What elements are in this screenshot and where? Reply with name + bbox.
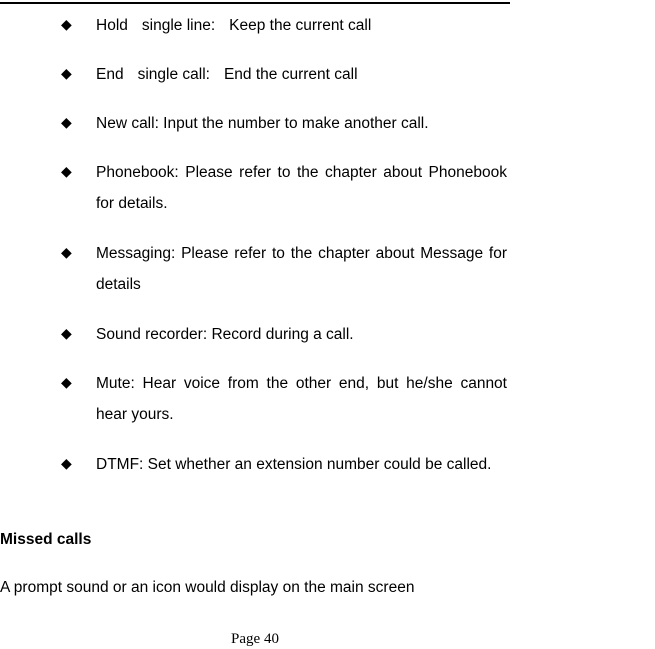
diamond-bullet-icon: ◆: [61, 245, 72, 261]
diamond-bullet-icon: ◆: [61, 326, 72, 342]
list-item: ◆ Messaging: Please refer to the chapter…: [0, 238, 655, 300]
diamond-bullet-icon: ◆: [61, 375, 72, 391]
list-item-label: New call: Input the number to make anoth…: [96, 115, 429, 132]
diamond-bullet-icon: ◆: [61, 66, 72, 82]
diamond-bullet-icon: ◆: [61, 17, 72, 33]
list-item-label: Hold single line: Keep the current call: [96, 17, 372, 34]
list-item: ◆ Phonebook: Please refer to the chapter…: [0, 157, 655, 219]
diamond-bullet-icon: ◆: [61, 164, 72, 180]
list-item-label: DTMF: Set whether an extension number co…: [96, 456, 492, 473]
list-item-label: Phonebook: Please refer to the chapter a…: [96, 164, 507, 212]
diamond-bullet-icon: ◆: [61, 115, 72, 131]
list-item: ◆ Mute: Hear voice from the other end, b…: [0, 368, 655, 430]
list-item: ◆ New call: Input the number to make ano…: [0, 108, 655, 139]
section-heading-missed-calls: Missed calls: [0, 531, 92, 548]
feature-bullet-list: ◆ Hold single line: Keep the current call …: [0, 10, 655, 480]
list-item-label: Messaging: Please refer to the chapter a…: [96, 245, 507, 293]
diamond-bullet-icon: ◆: [61, 456, 72, 472]
list-item-label: End single call: End the current call: [96, 66, 358, 83]
list-item: ◆ Sound recorder: Record during a call.: [0, 319, 655, 350]
list-item: ◆ Hold single line: Keep the current call: [0, 10, 655, 41]
header-rule: [0, 2, 510, 4]
list-item: ◆ End single call: End the current call: [0, 59, 655, 90]
page-number-footer: Page 40: [231, 631, 279, 647]
list-item-label: Sound recorder: Record during a call.: [96, 326, 354, 343]
list-item-label: Mute: Hear voice from the other end, but…: [96, 375, 507, 423]
list-item: ◆ DTMF: Set whether an extension number …: [0, 449, 655, 480]
body-paragraph: A prompt sound or an icon would display …: [0, 579, 415, 596]
